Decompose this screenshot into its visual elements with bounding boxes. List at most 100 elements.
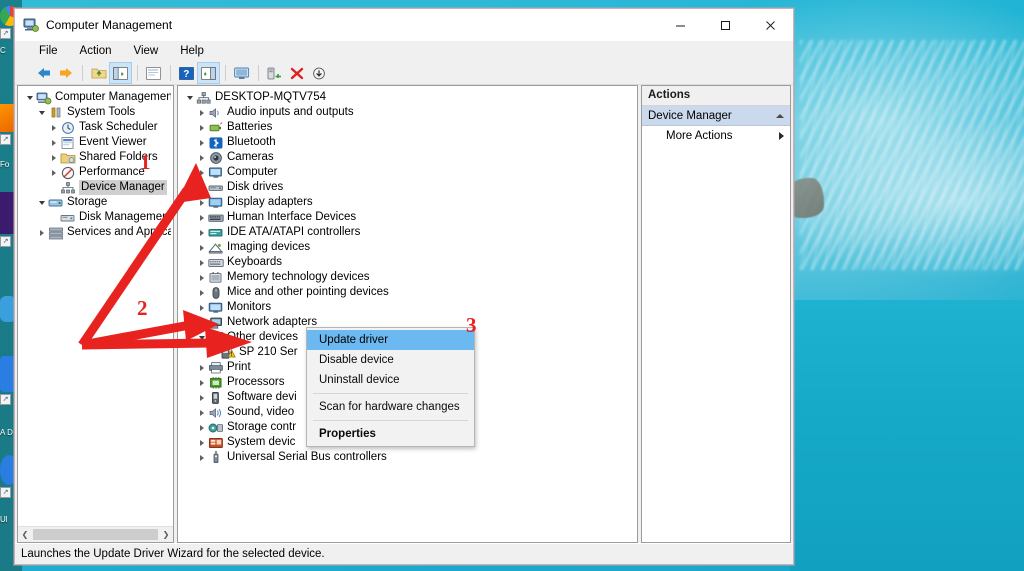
tree-item[interactable]: Display adapters: [178, 195, 637, 210]
tree-item[interactable]: Cameras: [178, 150, 637, 165]
properties-icon[interactable]: [143, 63, 164, 83]
console-tree[interactable]: Computer Management (Local System Tools Ta…: [18, 86, 173, 526]
context-menu-item[interactable]: Scan for hardware changes: [307, 397, 474, 417]
tree-expander[interactable]: [196, 454, 208, 461]
tree-item[interactable]: Computer: [178, 165, 637, 180]
chevron-down-icon[interactable]: [39, 200, 45, 205]
tree-expander[interactable]: [196, 319, 208, 326]
back-icon[interactable]: [33, 63, 54, 83]
actions-item-more-actions[interactable]: More Actions: [642, 126, 790, 145]
tree-item[interactable]: Shared Folders: [18, 150, 173, 165]
tree-expander[interactable]: [196, 289, 208, 296]
tree-expander[interactable]: [196, 214, 208, 221]
tree-expander[interactable]: [196, 274, 208, 281]
tree-item[interactable]: Bluetooth: [178, 135, 637, 150]
chevron-right-icon[interactable]: [200, 289, 204, 296]
maximize-button[interactable]: [703, 9, 748, 41]
update-driver-icon[interactable]: [264, 63, 285, 83]
chevron-right-icon[interactable]: [52, 124, 56, 131]
tree-item[interactable]: Mice and other pointing devices: [178, 285, 637, 300]
chevron-right-icon[interactable]: [200, 139, 204, 146]
chevron-right-icon[interactable]: [200, 124, 204, 131]
actions-section-device-manager[interactable]: Device Manager: [642, 106, 790, 126]
chevron-down-icon[interactable]: [187, 95, 193, 100]
tree-expander[interactable]: [196, 335, 208, 340]
tree-expander[interactable]: [196, 184, 208, 191]
scroll-right-button[interactable]: ❯: [159, 528, 173, 541]
tree-expander[interactable]: [196, 379, 208, 386]
tree-expander[interactable]: [48, 124, 60, 131]
device-tree[interactable]: DESKTOP-MQTV754 Audio inputs and outputs B…: [178, 86, 637, 542]
context-menu-item[interactable]: Uninstall device: [307, 370, 474, 390]
context-menu-item[interactable]: Properties: [307, 424, 474, 444]
chevron-right-icon[interactable]: [200, 109, 204, 116]
tree-item[interactable]: Disk Management: [18, 210, 173, 225]
chevron-right-icon[interactable]: [52, 169, 56, 176]
disable-device-icon[interactable]: [308, 63, 329, 83]
tree-expander[interactable]: [196, 304, 208, 311]
tree-expander[interactable]: [196, 424, 208, 431]
tree-item[interactable]: DESKTOP-MQTV754: [178, 90, 637, 105]
menu-file[interactable]: File: [37, 44, 60, 58]
tree-item[interactable]: IDE ATA/ATAPI controllers: [178, 225, 637, 240]
forward-icon[interactable]: [55, 63, 76, 83]
tree-expander[interactable]: [24, 95, 36, 100]
tree-expander[interactable]: [196, 169, 208, 176]
chevron-right-icon[interactable]: [200, 439, 204, 446]
chevron-right-icon[interactable]: [200, 259, 204, 266]
uninstall-device-icon[interactable]: [286, 63, 307, 83]
chevron-down-icon[interactable]: [39, 110, 45, 115]
tree-item[interactable]: Audio inputs and outputs: [178, 105, 637, 120]
chevron-right-icon[interactable]: [200, 394, 204, 401]
chevron-right-icon[interactable]: [52, 139, 56, 146]
show-hide-console-tree-icon[interactable]: [109, 62, 132, 84]
chevron-right-icon[interactable]: [200, 244, 204, 251]
chevron-down-icon[interactable]: [199, 335, 205, 340]
tree-item[interactable]: Memory technology devices: [178, 270, 637, 285]
tree-item[interactable]: Human Interface Devices: [178, 210, 637, 225]
tree-item[interactable]: Universal Serial Bus controllers: [178, 450, 637, 465]
tree-expander[interactable]: [196, 124, 208, 131]
chevron-right-icon[interactable]: [200, 214, 204, 221]
tree-item[interactable]: Disk drives: [178, 180, 637, 195]
tree-expander[interactable]: [36, 229, 48, 236]
tree-item[interactable]: Performance: [18, 165, 173, 180]
tree-expander[interactable]: [196, 154, 208, 161]
tree-item[interactable]: Storage: [18, 195, 173, 210]
chevron-right-icon[interactable]: [200, 229, 204, 236]
menu-action[interactable]: Action: [78, 44, 114, 58]
chevron-right-icon[interactable]: [200, 319, 204, 326]
chevron-right-icon[interactable]: [200, 199, 204, 206]
console-tree-hscrollbar[interactable]: ❮ ❯: [18, 526, 173, 542]
show-hide-action-pane-icon[interactable]: [197, 62, 220, 84]
tree-expander[interactable]: [36, 110, 48, 115]
tree-expander[interactable]: [36, 200, 48, 205]
tree-expander[interactable]: [196, 109, 208, 116]
tree-item[interactable]: Keyboards: [178, 255, 637, 270]
tree-expander[interactable]: [196, 439, 208, 446]
tree-expander[interactable]: [184, 95, 196, 100]
chevron-right-icon[interactable]: [200, 274, 204, 281]
tree-expander[interactable]: [196, 364, 208, 371]
tree-item[interactable]: Device Manager: [18, 180, 173, 195]
menu-help[interactable]: Help: [178, 44, 206, 58]
menu-view[interactable]: View: [132, 44, 161, 58]
tree-expander[interactable]: [196, 229, 208, 236]
scroll-left-button[interactable]: ❮: [18, 528, 32, 541]
chevron-right-icon[interactable]: [200, 364, 204, 371]
chevron-right-icon[interactable]: [200, 379, 204, 386]
tree-expander[interactable]: [196, 139, 208, 146]
scan-hardware-changes-icon[interactable]: [231, 63, 252, 83]
window-titlebar[interactable]: Computer Management: [15, 9, 793, 41]
chevron-right-icon[interactable]: [200, 169, 204, 176]
chevron-right-icon[interactable]: [40, 229, 44, 236]
minimize-button[interactable]: [658, 9, 703, 41]
tree-expander[interactable]: [196, 409, 208, 416]
context-menu-item[interactable]: Update driver: [307, 330, 474, 350]
chevron-right-icon[interactable]: [200, 454, 204, 461]
chevron-right-icon[interactable]: [200, 304, 204, 311]
chevron-right-icon[interactable]: [200, 184, 204, 191]
close-button[interactable]: [748, 9, 793, 41]
chevron-right-icon[interactable]: [200, 409, 204, 416]
up-folder-icon[interactable]: [88, 63, 109, 83]
